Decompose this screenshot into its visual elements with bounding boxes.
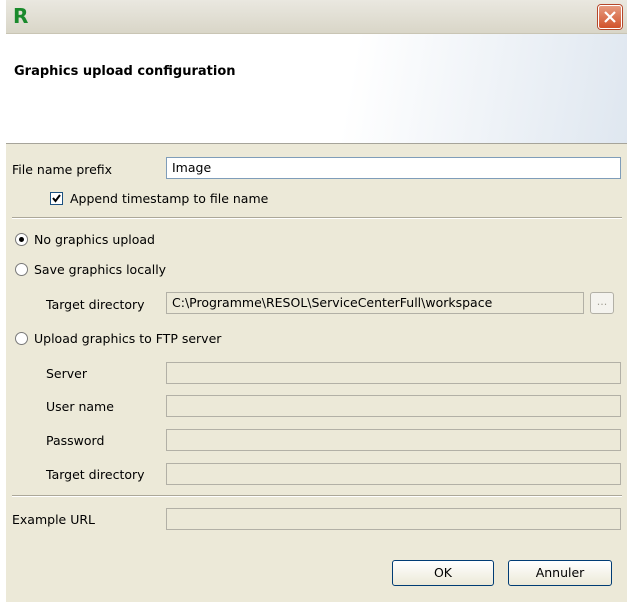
title-bar: R xyxy=(6,0,627,34)
example-url-label: Example URL xyxy=(12,512,96,527)
dialog-window: R Graphics upload configuration File nam… xyxy=(6,0,627,602)
prefix-label: File name prefix xyxy=(12,162,113,177)
header-banner: Graphics upload configuration xyxy=(6,34,627,144)
app-logo-icon: R xyxy=(13,4,29,28)
radio-save-locally[interactable] xyxy=(15,263,28,276)
ok-button[interactable]: OK xyxy=(392,560,494,586)
prefix-input[interactable]: Image xyxy=(166,157,621,179)
example-url-input[interactable] xyxy=(166,508,621,530)
checkmark-icon xyxy=(52,194,61,203)
radio-dot-icon xyxy=(19,237,24,242)
timestamp-label: Append timestamp to file name xyxy=(70,191,269,206)
no-upload-label: No graphics upload xyxy=(34,232,155,247)
timestamp-checkbox[interactable] xyxy=(50,192,63,205)
close-icon xyxy=(604,11,616,23)
local-target-label: Target directory xyxy=(46,297,145,312)
cancel-button[interactable]: Annuler xyxy=(508,560,612,586)
separator xyxy=(12,495,622,497)
banner-title: Graphics upload configuration xyxy=(14,64,236,79)
server-input[interactable] xyxy=(166,362,621,384)
save-locally-label: Save graphics locally xyxy=(34,262,167,277)
radio-ftp-upload[interactable] xyxy=(15,332,28,345)
username-label: User name xyxy=(46,399,114,414)
password-input[interactable] xyxy=(166,429,621,451)
username-input[interactable] xyxy=(166,395,621,417)
password-label: Password xyxy=(46,433,105,448)
browse-button[interactable]: ... xyxy=(590,292,614,314)
separator xyxy=(12,217,622,219)
local-target-input[interactable]: C:\Programme\RESOL\ServiceCenterFull\wor… xyxy=(166,292,584,314)
server-label: Server xyxy=(46,366,87,381)
ftp-upload-label: Upload graphics to FTP server xyxy=(34,331,222,346)
ftp-target-input[interactable] xyxy=(166,463,621,485)
close-button[interactable] xyxy=(598,5,622,29)
ftp-target-label: Target directory xyxy=(46,467,145,482)
radio-no-upload[interactable] xyxy=(15,233,28,246)
